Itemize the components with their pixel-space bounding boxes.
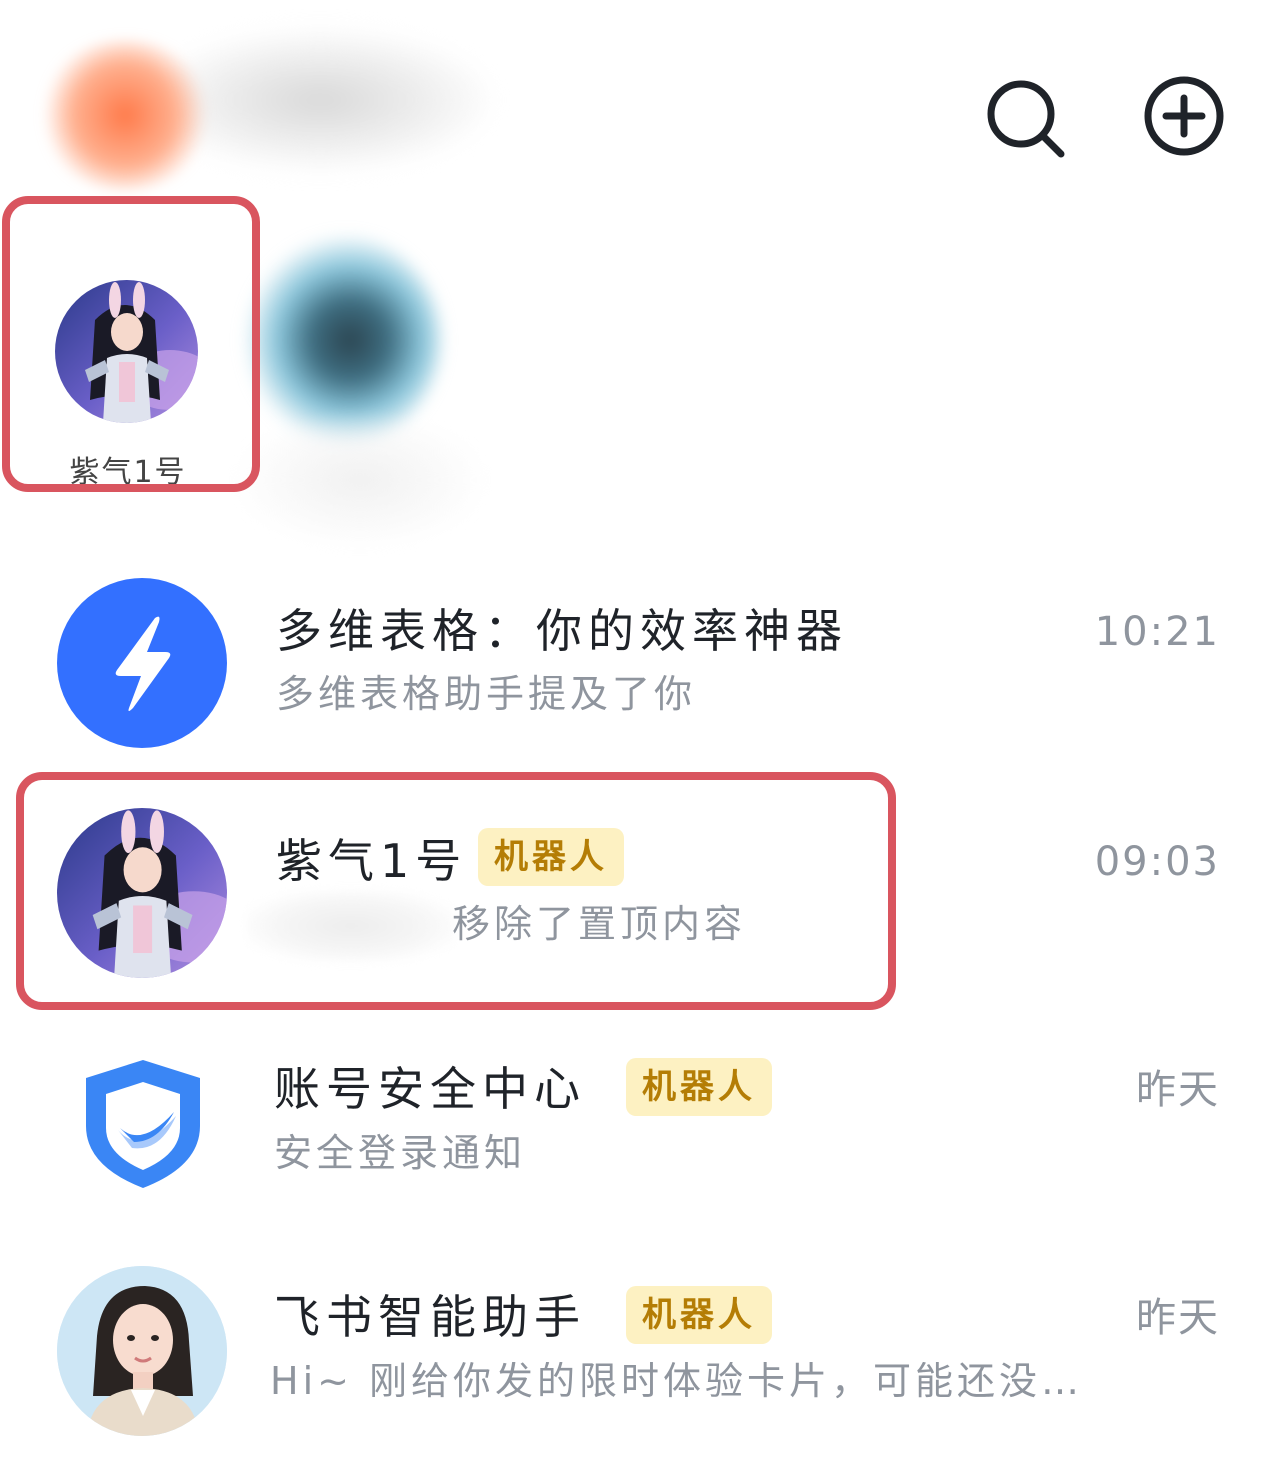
chat-avatar[interactable] <box>57 1266 227 1436</box>
chat-title: 多维表格：你的效率神器 <box>276 604 848 658</box>
bot-badge: 机器人 <box>626 1058 772 1116</box>
plus-circle-icon[interactable] <box>1142 74 1226 158</box>
blurred-user-avatar[interactable] <box>40 40 210 190</box>
chat-title: 账号安全中心 <box>274 1062 586 1116</box>
chat-title: 飞书智能助手 <box>274 1290 586 1344</box>
lightning-icon <box>115 616 171 711</box>
chat-row-highlight-frame <box>16 772 896 1010</box>
chat-time: 10:21 <box>1094 609 1220 655</box>
chat-preview: 多维表格助手提及了你 <box>276 672 697 716</box>
chat-avatar[interactable] <box>57 578 227 748</box>
shield-icon <box>86 1060 200 1188</box>
assistant-woman-avatar <box>57 1266 227 1436</box>
chat-time: 昨天 <box>1136 1067 1220 1113</box>
chat-preview: 安全登录通知 <box>274 1131 527 1175</box>
chat-time: 09:03 <box>1094 839 1220 885</box>
chat-preview: Hi~ 刚给你发的限时体验卡片，可能还没… <box>270 1362 1084 1400</box>
chat-avatar[interactable] <box>80 1056 206 1192</box>
blurred-pinned-label <box>230 410 490 550</box>
chat-time: 昨天 <box>1136 1295 1220 1341</box>
pinned-item-highlight-frame <box>2 196 260 492</box>
bot-badge: 机器人 <box>626 1286 772 1344</box>
search-icon[interactable] <box>985 78 1067 160</box>
